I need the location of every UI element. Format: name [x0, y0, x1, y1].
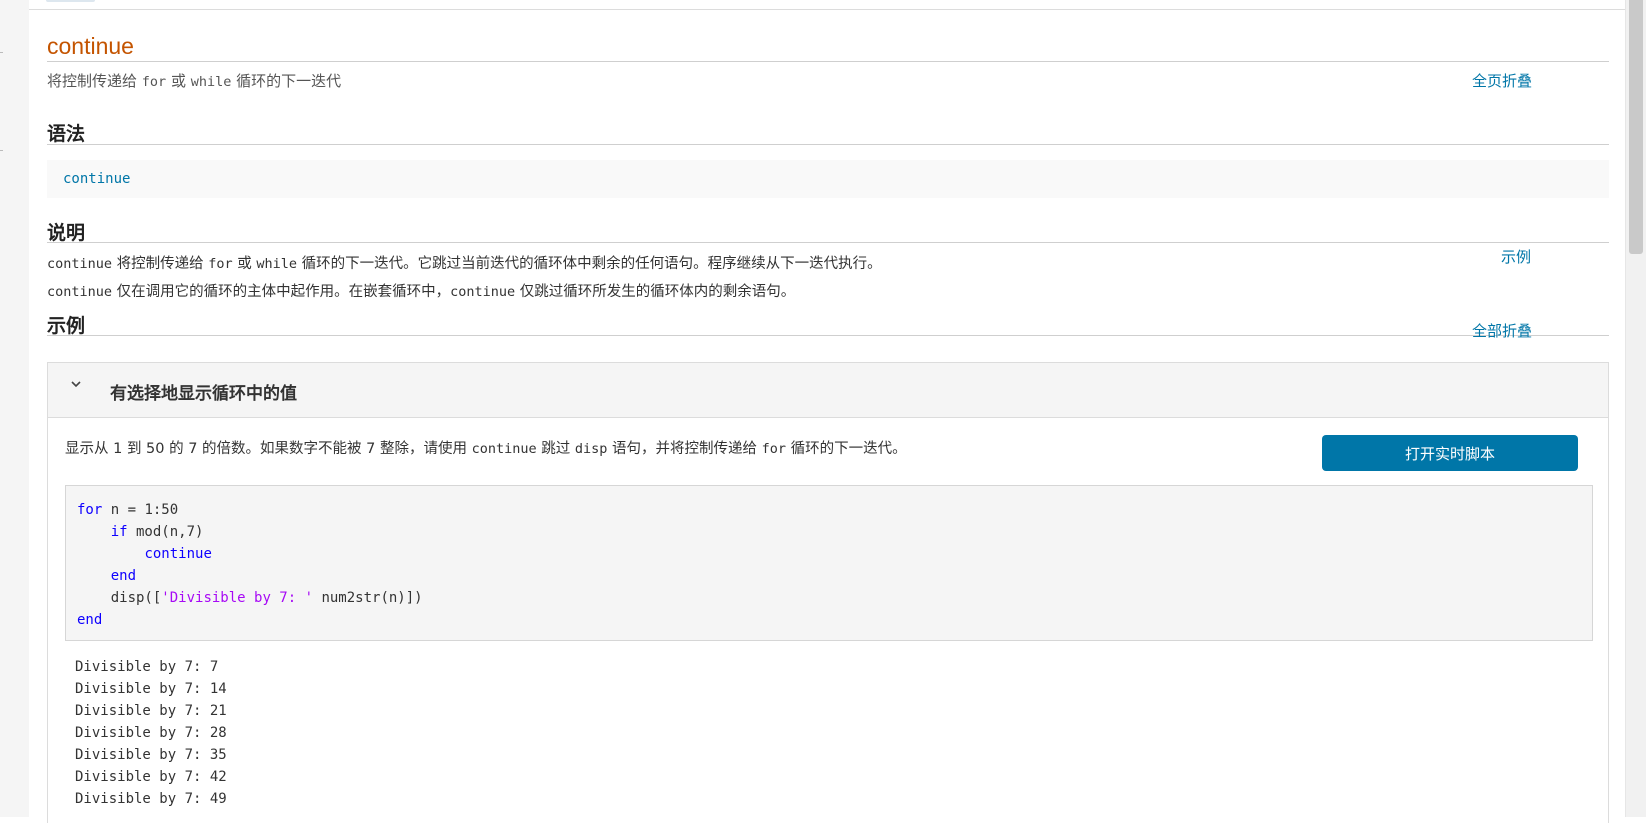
output-block: Divisible by 7: 7 Divisible by 7: 14 Div…: [75, 656, 227, 810]
description-line-2: continue 仅在调用它的循环的主体中起作用。在嵌套循环中，continue…: [47, 280, 795, 301]
examples-divider: [47, 335, 1609, 336]
gutter-mark: [0, 150, 3, 151]
description-heading: 说明: [47, 222, 86, 244]
inline-code: continue: [450, 284, 516, 300]
main-content: continue 将控制传递给 for 或 while 循环的下一迭代 全页折叠…: [29, 0, 1625, 823]
page-title: continue: [47, 33, 134, 59]
subtitle-code-while: while: [190, 74, 232, 90]
output-line: Divisible by 7: 21: [75, 703, 227, 719]
collapse-page-link[interactable]: 全页折叠: [1472, 70, 1532, 91]
code-keyword: continue: [144, 546, 212, 562]
output-line: Divisible by 7: 42: [75, 769, 227, 785]
code-block[interactable]: for n = 1:50 if mod(n,7) continue end di…: [65, 485, 1593, 641]
code-text: num2str(n)]): [313, 590, 423, 606]
syntax-code[interactable]: continue: [63, 171, 130, 187]
page-subtitle: 将控制传递给 for 或 while 循环的下一迭代: [47, 70, 341, 91]
subtitle-text: 循环的下一迭代: [231, 72, 342, 90]
description-text: 将控制传递给: [112, 256, 209, 272]
output-line: Divisible by 7: 35: [75, 747, 227, 763]
inline-code: continue: [47, 284, 113, 300]
description-text: 仅跳过循环所发生的循环体内的剩余语句。: [515, 284, 796, 300]
example-desc-text: 循环的下一迭代。: [785, 441, 907, 457]
example-title[interactable]: 有选择地显示循环中的值: [110, 379, 297, 404]
inline-code: while: [256, 256, 297, 272]
code-keyword: end: [110, 568, 137, 584]
description-divider: [47, 242, 1609, 243]
example-header[interactable]: 有选择地显示循环中的值: [48, 363, 1608, 418]
output-line: Divisible by 7: 7: [75, 659, 219, 675]
example-description: 显示从 1 到 50 的 7 的倍数。如果数字不能被 7 整除，请使用 cont…: [65, 437, 907, 458]
title-divider: [47, 61, 1609, 62]
code-text: mod(n,7): [127, 524, 204, 540]
inline-code: for: [208, 256, 233, 272]
top-tab[interactable]: [46, 0, 95, 2]
output-line: Divisible by 7: 49: [75, 791, 227, 807]
collapse-all-link[interactable]: 全部折叠: [1472, 320, 1532, 341]
syntax-box: continue: [47, 160, 1609, 198]
output-listing: Divisible by 7: 7 Divisible by 7: 14 Div…: [75, 656, 227, 810]
left-gutter: [0, 0, 30, 817]
example-desc-text: 语句，并将控制传递给: [607, 441, 762, 457]
code-string: 'Divisible by 7: ': [161, 590, 314, 606]
example-card: 有选择地显示循环中的值 显示从 1 到 50 的 7 的倍数。如果数字不能被 7…: [47, 362, 1609, 823]
syntax-heading: 语法: [47, 123, 86, 145]
examples-heading: 示例: [47, 315, 86, 337]
output-line: Divisible by 7: 14: [75, 681, 227, 697]
code-keyword: for: [77, 502, 103, 518]
syntax-divider: [47, 144, 1609, 145]
chevron-down-icon[interactable]: [68, 377, 84, 393]
output-line: Divisible by 7: 28: [75, 725, 227, 741]
code-keyword: end: [77, 612, 103, 628]
open-live-script-button[interactable]: 打开实时脚本: [1322, 435, 1578, 471]
code-text: disp([: [77, 590, 162, 606]
description-text: 或: [232, 256, 257, 272]
code-keyword: if: [110, 524, 128, 540]
code-listing: for n = 1:50 if mod(n,7) continue end di…: [77, 499, 423, 631]
subtitle-code-for: for: [141, 74, 167, 90]
scrollbar-thumb[interactable]: [1629, 0, 1643, 254]
subtitle-text: 或: [166, 72, 191, 90]
gutter-mark: [0, 52, 3, 53]
example-desc-text: 跳过: [536, 441, 575, 457]
code-text: n = 1:50: [102, 502, 179, 518]
description-text: 仅在调用它的循环的主体中起作用。在嵌套循环中，: [112, 284, 451, 300]
inline-code: disp: [574, 441, 608, 457]
inline-code: continue: [47, 256, 113, 272]
top-divider: [29, 9, 1625, 10]
vertical-scrollbar[interactable]: [1625, 0, 1646, 817]
description-line-1: continue 将控制传递给 for 或 while 循环的下一迭代。它跳过当…: [47, 252, 882, 273]
description-text: 循环的下一迭代。它跳过当前迭代的循环体中剩余的任何语句。程序继续从下一迭代执行。: [297, 256, 882, 272]
inline-code: continue: [471, 441, 537, 457]
subtitle-text: 将控制传递给: [47, 72, 142, 90]
examples-jump-link[interactable]: 示例: [1501, 246, 1531, 267]
example-desc-text: 显示从 1 到 50 的 7 的倍数。如果数字不能被 7 整除，请使用: [65, 441, 472, 457]
inline-code: for: [761, 441, 786, 457]
